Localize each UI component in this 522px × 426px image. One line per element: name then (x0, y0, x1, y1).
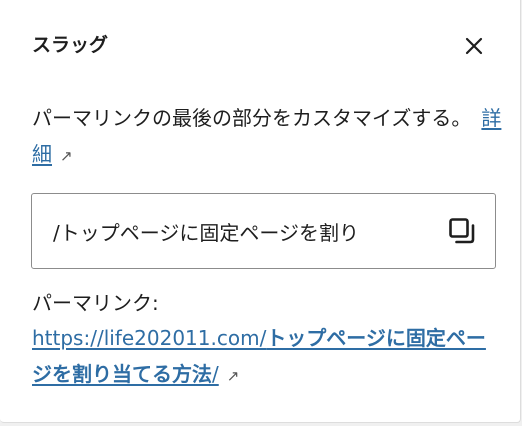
close-icon (465, 37, 483, 55)
description-text: パーマリンクの最後の部分をカスタマイズする。 (32, 106, 472, 130)
permalink-trailing: / (212, 362, 219, 386)
description: パーマリンクの最後の部分をカスタマイズする。 詳細 ↗ (32, 100, 502, 174)
slug-field (31, 193, 496, 269)
copy-icon (449, 218, 475, 244)
copy-button[interactable] (442, 211, 482, 251)
slug-input[interactable] (53, 194, 438, 268)
close-button[interactable] (452, 30, 496, 62)
permalink-external-icon: ↗ (226, 367, 240, 385)
permalink-link[interactable]: https://life202011.com/トップページに固定ページを割り当て… (32, 326, 486, 386)
permalink-base: https://life202011.com/ (32, 326, 267, 350)
slug-panel: スラッグ パーマリンクの最後の部分をカスタマイズする。詳細↗ パーマリンク: h… (0, 0, 521, 423)
external-link-icon: ↗ (60, 147, 73, 165)
permalink: https://life202011.com/トップページに固定ページを割り当て… (32, 320, 492, 394)
permalink-label: パーマリンク: (32, 291, 159, 315)
panel-title: スラッグ (32, 34, 109, 56)
